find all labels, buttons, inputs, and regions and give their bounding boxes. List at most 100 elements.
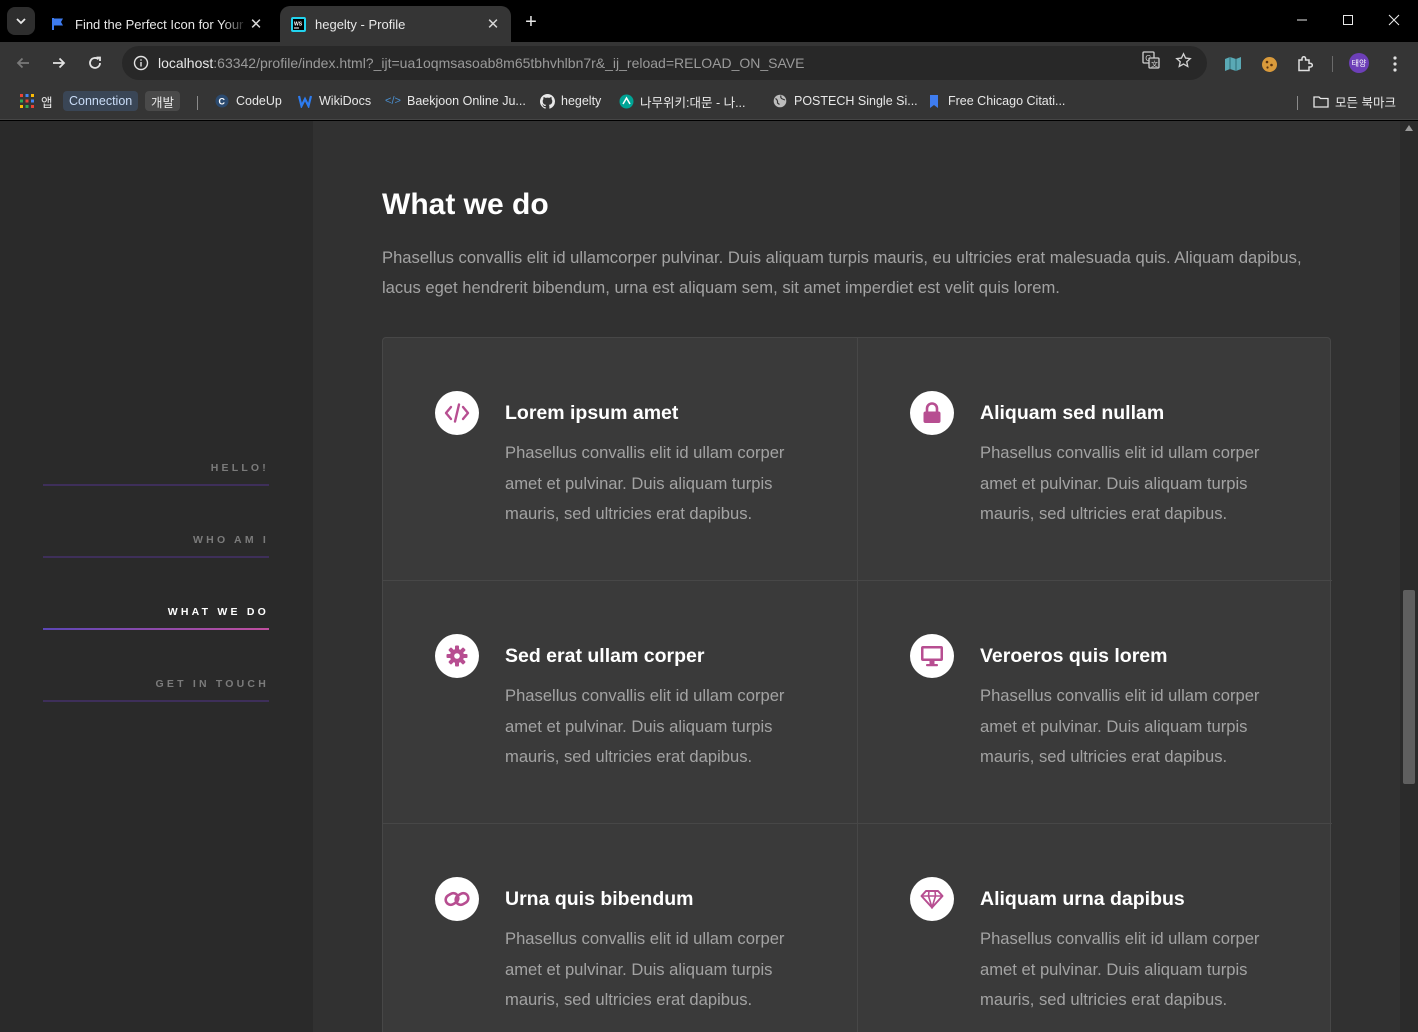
feature-title: Veroeros quis lorem xyxy=(980,645,1168,667)
namuwiki-icon xyxy=(618,93,634,109)
feature-text: Phasellus convallis elit id ullam corper… xyxy=(505,443,785,523)
folder-icon xyxy=(1313,93,1329,109)
feature-title: Urna quis bibendum xyxy=(505,888,694,910)
minimize-button[interactable] xyxy=(1279,0,1325,40)
kebab-menu-icon[interactable] xyxy=(1385,54,1405,74)
bookmark-label: 나무위키:대문 - 나... xyxy=(640,95,746,110)
flag-icon xyxy=(50,16,66,32)
feature-text: Phasellus convallis elit id ullam corper… xyxy=(980,929,1260,1009)
bookmark-label: Free Chicago Citati... xyxy=(948,94,1066,108)
feature-title: Aliquam sed nullam xyxy=(980,402,1165,424)
bookmark-separator xyxy=(1297,96,1298,110)
lock-icon xyxy=(910,391,954,435)
section-intro: Phasellus convallis elit id ullamcorper … xyxy=(382,248,1302,297)
maximize-button[interactable] xyxy=(1325,0,1371,40)
star-icon[interactable] xyxy=(1174,51,1192,69)
bookmark-hegelty[interactable]: hegelty xyxy=(539,91,601,111)
svg-text:C: C xyxy=(219,97,226,107)
bookmark-wikidocs[interactable]: WikiDocs xyxy=(297,91,371,111)
bookmark-label: 앱 xyxy=(41,95,53,110)
code-icon xyxy=(435,391,479,435)
url-text[interactable]: localhost:63342/profile/index.html?_ijt=… xyxy=(158,55,804,71)
close-icon[interactable]: ✕ xyxy=(485,16,501,33)
bookmark-separator xyxy=(197,96,198,110)
scrollbar-thumb[interactable] xyxy=(1403,590,1415,784)
feature-card: Veroeros quis lorem Phasellus convallis … xyxy=(858,581,1332,824)
bookmark-all-folder[interactable]: 모든 북마크 xyxy=(1313,91,1396,111)
bookmark-folder-connection[interactable]: Connection xyxy=(63,91,139,111)
main-content: What we do Phasellus convallis elit id u… xyxy=(313,121,1400,1032)
desktop-icon xyxy=(910,634,954,678)
wikidocs-icon xyxy=(297,93,313,109)
page-scrollbar[interactable] xyxy=(1400,121,1418,1032)
codeup-icon: C xyxy=(214,93,230,109)
bookmark-baekjoon[interactable]: </> Baekjoon Online Ju... xyxy=(385,91,526,111)
tab-profile[interactable]: WS hegelty - Profile ✕ xyxy=(280,6,511,42)
feature-text: Phasellus convallis elit id ullam corper… xyxy=(980,443,1260,523)
new-tab-button[interactable]: + xyxy=(518,10,544,34)
feature-text: Phasellus convallis elit id ullam corper… xyxy=(505,686,785,766)
bookmark-label: POSTECH Single Si... xyxy=(794,94,918,108)
tab-search-button[interactable] xyxy=(7,7,35,35)
sidebar-item-label: HELLO! xyxy=(210,462,269,474)
apps-grid-icon xyxy=(19,93,35,109)
back-button[interactable] xyxy=(10,50,36,76)
feature-title: Sed erat ullam corper xyxy=(505,645,705,667)
url-path: :63342/profile/index.html?_ijt=ua1oqmsas… xyxy=(213,55,805,71)
sidebar-nav: HELLO! WHO AM I WHAT WE DO GET IN TOUCH xyxy=(0,121,313,1032)
features-grid: Lorem ipsum amet Phasellus convallis eli… xyxy=(382,337,1332,1032)
nav-underline-active xyxy=(43,628,269,630)
tab-title: hegelty - Profile xyxy=(315,16,406,32)
bookmark-ribbon-icon xyxy=(926,93,942,109)
bookmark-label: WikiDocs xyxy=(319,94,372,108)
feature-card: Lorem ipsum amet Phasellus convallis eli… xyxy=(383,338,858,581)
tab-find-icon[interactable]: Find the Perfect Icon for Your Project ✕ xyxy=(40,6,274,42)
forward-button[interactable] xyxy=(46,50,72,76)
tab-strip: Find the Perfect Icon for Your Project ✕… xyxy=(0,0,1418,42)
feature-card: Sed erat ullam corper Phasellus convalli… xyxy=(383,581,858,824)
bookmark-codeup[interactable]: C CodeUp xyxy=(214,91,282,111)
chevron-down-icon xyxy=(16,18,26,25)
puzzle-icon[interactable] xyxy=(1295,54,1315,74)
extension-map-icon[interactable] xyxy=(1223,54,1243,74)
nav-underline xyxy=(43,484,269,486)
sidebar-item-label: WHAT WE DO xyxy=(167,606,269,618)
close-icon xyxy=(1388,14,1400,26)
bookmark-chicago[interactable]: Free Chicago Citati... xyxy=(926,91,1065,111)
site-info-icon[interactable] xyxy=(126,55,156,71)
code-brackets-icon: </> xyxy=(385,95,401,107)
diamond-icon xyxy=(910,877,954,921)
close-window-button[interactable] xyxy=(1371,0,1417,40)
bookmark-namuwiki[interactable]: 나무위키:대문 - 나... xyxy=(618,91,746,111)
bookmark-folder-dev[interactable]: 개발 xyxy=(145,91,181,111)
profile-avatar[interactable]: 태양 xyxy=(1349,53,1369,73)
bookmark-label: hegelty xyxy=(561,94,602,108)
sidebar-item-who-am-i[interactable]: WHO AM I xyxy=(43,534,269,558)
reload-icon xyxy=(89,56,101,69)
bookmark-postech[interactable]: POSTECH Single Si... xyxy=(772,91,918,111)
github-icon xyxy=(539,93,555,109)
cookie-icon[interactable] xyxy=(1259,54,1279,74)
svg-text:文: 文 xyxy=(1151,60,1158,69)
translate-icon[interactable]: G文 xyxy=(1142,51,1160,69)
webstorm-icon: WS xyxy=(290,16,306,32)
maximize-icon xyxy=(1343,15,1353,25)
arrow-left-icon xyxy=(16,57,29,69)
address-bar[interactable]: localhost:63342/profile/index.html?_ijt=… xyxy=(122,46,1207,80)
feature-text: Phasellus convallis elit id ullam corper… xyxy=(505,929,785,1009)
sidebar-item-hello[interactable]: HELLO! xyxy=(43,462,269,486)
tab-title: Find the Perfect Icon for Your Project xyxy=(75,16,248,32)
nav-underline xyxy=(43,556,269,558)
sidebar-item-what-we-do[interactable]: WHAT WE DO xyxy=(43,606,269,630)
reload-button[interactable] xyxy=(82,50,108,76)
bookmark-apps[interactable]: 앱 xyxy=(19,91,53,111)
feature-card: Aliquam sed nullam Phasellus convallis e… xyxy=(858,338,1332,581)
close-icon[interactable]: ✕ xyxy=(248,16,264,33)
minimize-icon xyxy=(1297,19,1307,21)
feature-text: Phasellus convallis elit id ullam corper… xyxy=(980,686,1260,766)
sidebar-item-get-in-touch[interactable]: GET IN TOUCH xyxy=(43,678,269,702)
toolbar-separator xyxy=(1332,56,1333,72)
url-host: localhost xyxy=(158,55,214,71)
scroll-up-arrow-icon[interactable] xyxy=(1405,125,1413,131)
sidebar-item-label: GET IN TOUCH xyxy=(155,678,269,690)
